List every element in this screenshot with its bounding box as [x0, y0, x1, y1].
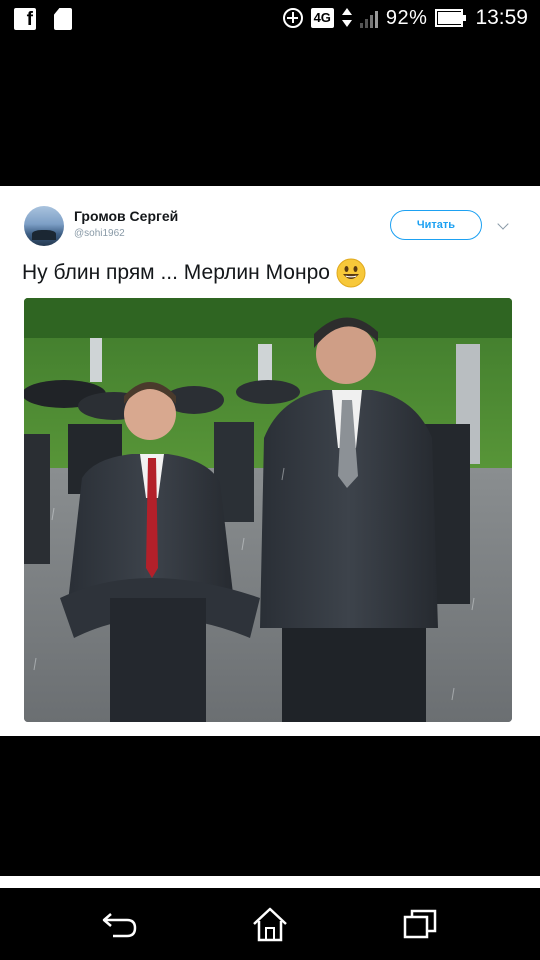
home-button[interactable]	[250, 904, 290, 944]
follow-button[interactable]: Читать	[390, 210, 482, 240]
recent-apps-icon	[403, 909, 437, 939]
avatar[interactable]	[24, 206, 64, 246]
tweet-text-row: Ну блин прям ... Мерлин Монро	[22, 258, 366, 288]
back-icon	[102, 913, 137, 938]
tweet-photo[interactable]	[24, 298, 512, 722]
clock: 13:59	[475, 6, 528, 29]
battery-percent: 92%	[385, 6, 428, 29]
home-icon	[253, 907, 287, 942]
navigation-bar	[0, 888, 540, 960]
facebook-icon: f	[14, 8, 36, 30]
signal-strength-icon	[359, 8, 378, 28]
status-bar: f 4G 92% 13:59	[0, 0, 540, 38]
chevron-down-icon[interactable]	[497, 218, 509, 230]
rain-scene-image	[24, 298, 512, 722]
author-handle[interactable]: @sohi1962	[74, 228, 125, 239]
tweet-card: Громов Сергей @sohi1962 Читать Ну блин п…	[0, 186, 540, 736]
recent-apps-button[interactable]	[400, 904, 440, 944]
battery-fill	[438, 12, 461, 24]
data-activity-icon	[341, 8, 352, 28]
tweet-text: Ну блин прям ... Мерлин Монро	[22, 261, 330, 284]
author-name[interactable]: Громов Сергей	[74, 208, 178, 224]
network-type-badge: 4G	[310, 8, 334, 28]
smiling-face-emoji	[336, 258, 366, 288]
sd-card-icon	[54, 8, 72, 30]
back-button[interactable]	[100, 904, 140, 944]
data-saver-icon	[282, 8, 303, 28]
battery-icon	[435, 9, 467, 27]
nav-divider	[0, 876, 540, 888]
